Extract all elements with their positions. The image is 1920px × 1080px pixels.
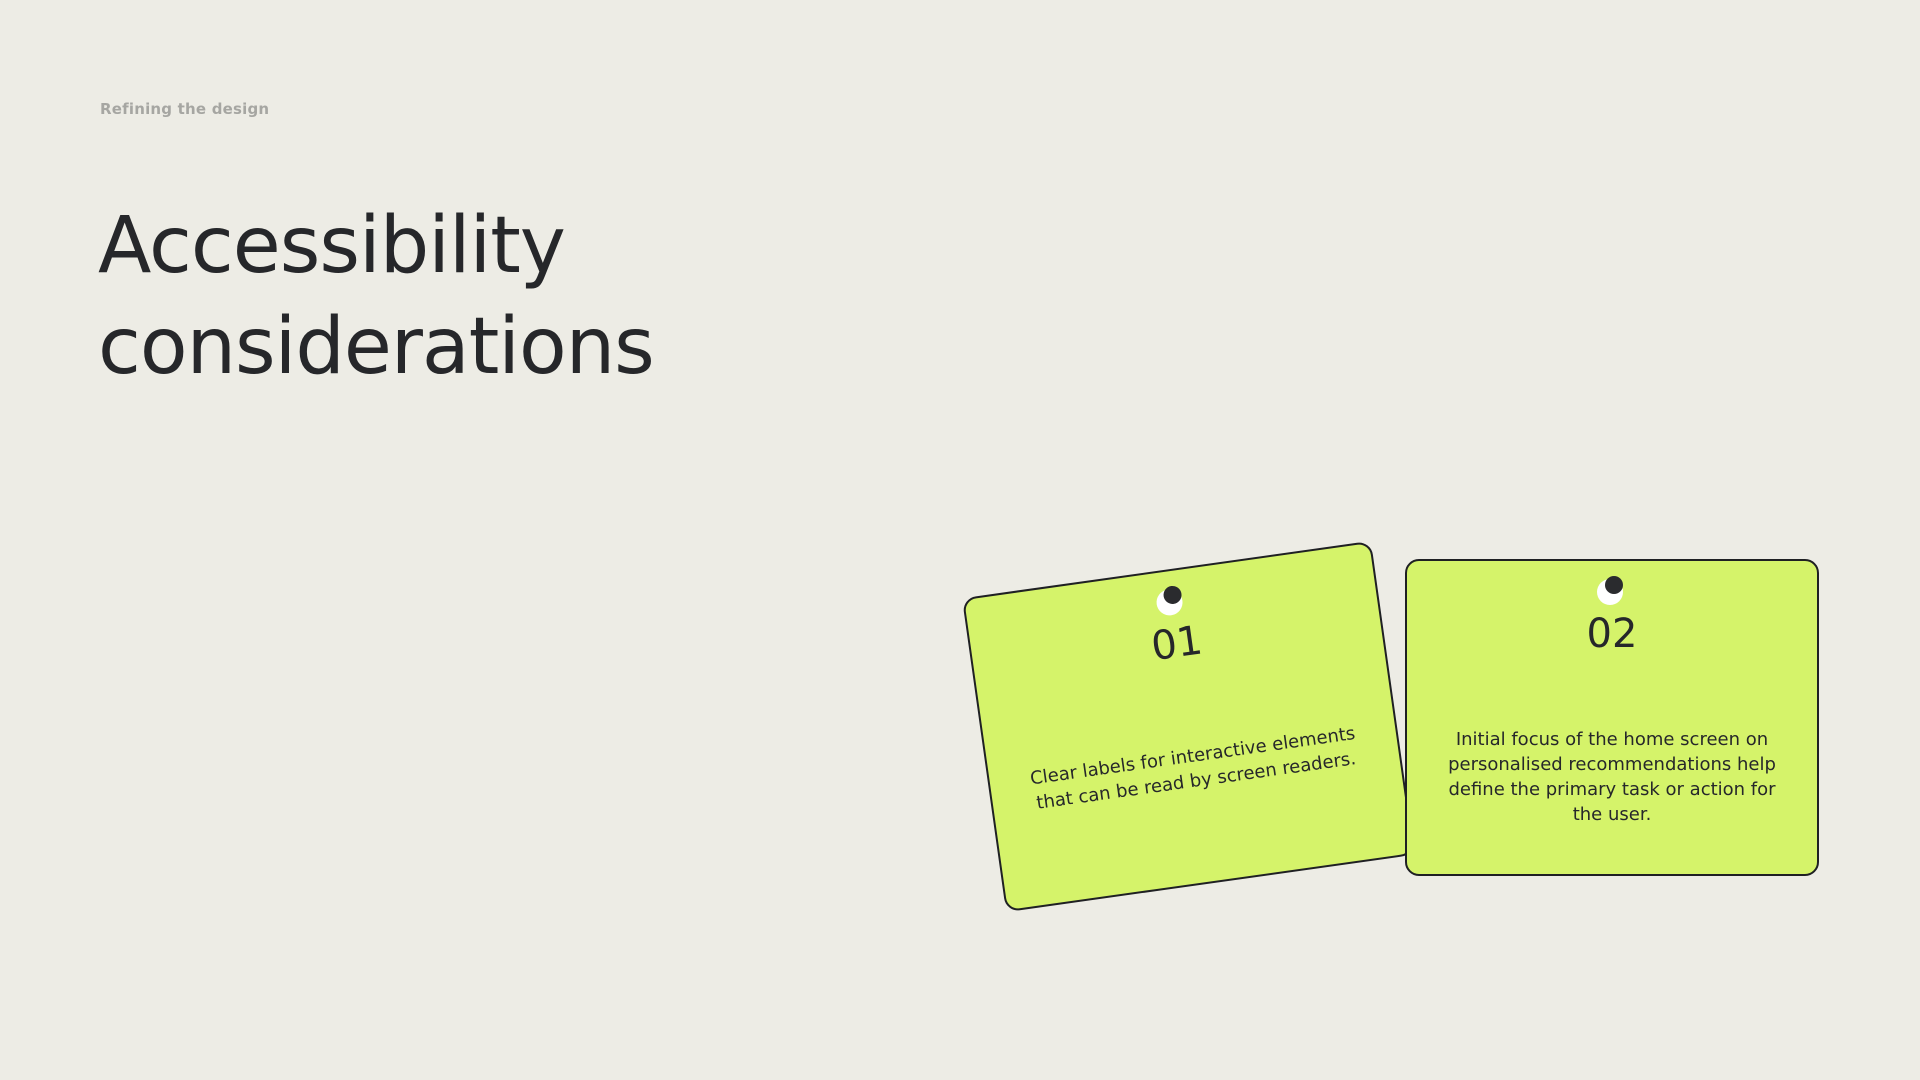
pin-icon — [1597, 576, 1627, 606]
card-text: Clear labels for interactive elements th… — [1028, 722, 1358, 814]
page-title-line-1: Accessibility — [98, 201, 566, 291]
slide: Refining the design Accessibility consid… — [0, 0, 1920, 1080]
section-label: Refining the design — [100, 100, 270, 118]
pin-head — [1605, 576, 1623, 594]
consideration-card-1: 01 Clear labels for interactive elements… — [961, 540, 1416, 913]
page-title-line-2: considerations — [98, 302, 655, 392]
page-title: Accessibility considerations — [98, 196, 655, 398]
consideration-card-2: 02 Initial focus of the home screen on p… — [1405, 559, 1819, 876]
pin-icon — [1154, 584, 1188, 618]
card-number: 02 — [1586, 611, 1638, 657]
card-text: Initial focus of the home screen on pers… — [1448, 729, 1776, 825]
